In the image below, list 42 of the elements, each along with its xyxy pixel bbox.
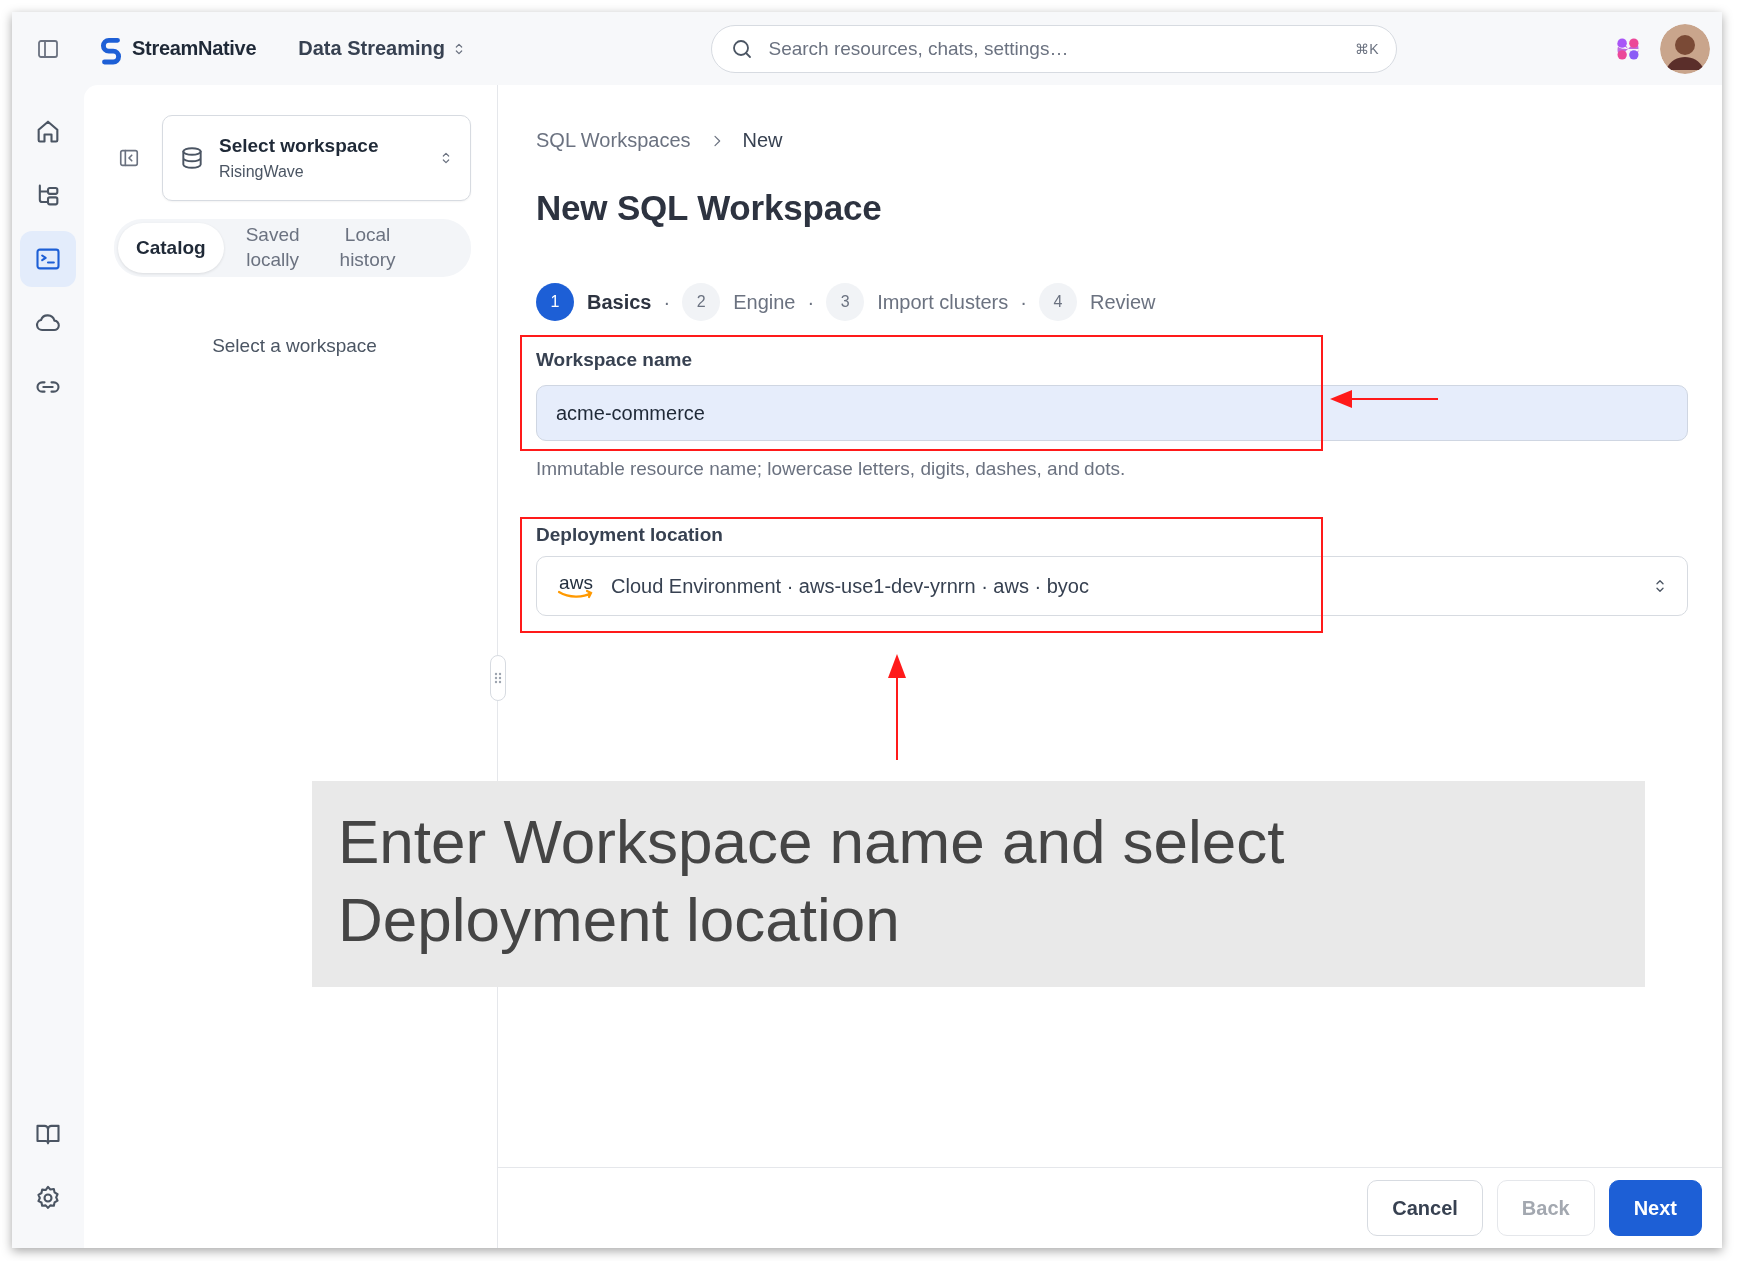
search-input[interactable]: Search resources, chats, settings… (766, 36, 1344, 61)
step-number[interactable]: 1 (536, 283, 574, 321)
tab[interactable]: Saved locally (227, 223, 318, 273)
step-label[interactable]: Basics (587, 290, 652, 314)
step-separator: · (663, 290, 671, 314)
resize-handle[interactable] (490, 655, 506, 701)
select-title: Select workspace (219, 135, 380, 157)
search-field[interactable]: Search resources, chats, settings… ⌘K (711, 24, 1398, 73)
step-number[interactable]: 2 (682, 283, 721, 321)
workspace-select[interactable]: Select workspace RisingWave (162, 115, 471, 201)
aws-logo: aws (555, 573, 597, 599)
step-label[interactable]: Engine (733, 290, 796, 314)
field-label: Deployment location (536, 524, 724, 546)
step-label[interactable]: Import clusters (877, 290, 1009, 314)
user-avatar[interactable] (1660, 23, 1710, 74)
settings-icon (34, 1184, 62, 1212)
step-number[interactable]: 3 (826, 283, 865, 321)
step-separator: · (807, 290, 815, 314)
breadcrumb-current: New (742, 129, 783, 152)
help-text: Immutable resource name; lowercase letters, digits, dashes, and dots. (536, 458, 1127, 480)
brand-name: StreamNative (132, 37, 257, 60)
app-icon[interactable] (1617, 38, 1639, 59)
nav-item[interactable] (20, 231, 76, 287)
next-button[interactable]: Next (1608, 1180, 1702, 1236)
tab[interactable]: Local history (321, 223, 414, 273)
tab[interactable]: Catalog (118, 223, 224, 273)
workspace-switcher[interactable]: Data Streaming (298, 37, 467, 60)
input-field[interactable]: acme-commerce (536, 385, 1688, 441)
empty-message: Select a workspace (211, 335, 378, 357)
field-label: Workspace name (536, 349, 693, 371)
collapse-panel-icon[interactable] (118, 147, 140, 169)
step-separator: · (1020, 290, 1027, 314)
annotation-caption: Enter Workspace name and select Deployment location (312, 781, 1645, 987)
step-label[interactable]: Review (1089, 290, 1156, 314)
secondary-button[interactable]: Cancel (1367, 1180, 1483, 1236)
step-number[interactable]: 4 (1038, 283, 1077, 321)
select-value: RisingWave (219, 163, 305, 181)
page-title: New SQL Workspace (536, 188, 883, 228)
database-icon (179, 145, 205, 171)
shortcut-hint: ⌘K (1355, 40, 1379, 57)
breadcrumb-link[interactable]: SQL Workspaces (536, 129, 691, 152)
select-field[interactable]: aws Cloud Environment · aws-use1-dev-yrnrn · aws · byoc (536, 556, 1688, 616)
